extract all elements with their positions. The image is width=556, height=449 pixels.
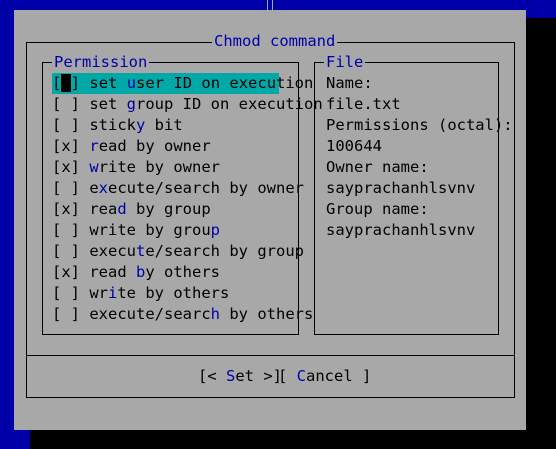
permission-hotkey: x [98,179,109,197]
owner-name-value: sayprachanhlsvnv [326,179,476,197]
permission-title: Permission [52,52,150,73]
permission-label-rest: ead by owner [98,137,211,155]
permission-checkbox[interactable]: [ ] [52,242,80,260]
permission-label-rest: ecute/search by owner [108,179,304,197]
permission-checkbox-row[interactable]: [x] read by others [52,262,279,283]
permission-hotkey: u [126,74,137,92]
permission-checkbox-row[interactable]: [x] write by owner [52,157,279,178]
permission-checkbox-row[interactable]: [ ] execute/search by others [52,304,313,325]
dialog-button-area [26,355,515,356]
permission-label-rest: ser ID on execution [136,74,314,92]
permission-label-rest: e/search by group [145,242,304,260]
permission-label: execute/searc [80,305,211,323]
dialog-shadow [526,18,556,449]
permission-label: wr [80,284,108,302]
permission-label-rest: rite by owner [98,158,221,176]
permission-checkbox[interactable]: [x] [52,200,80,218]
permission-hotkey: b [136,263,146,281]
permission-hotkey: w [89,158,99,176]
permission-checkbox-row[interactable]: [ ] write by group [52,220,279,241]
permission-hotkey: y [136,116,146,134]
permission-checkbox-row[interactable]: [x] read by group [52,199,279,220]
permission-hotkey: p [210,221,220,239]
cancel-button[interactable]: [ Cancel ] [278,366,371,387]
permission-label-rest: y others [145,263,220,281]
permission-label: read [80,263,136,281]
permission-checkbox[interactable]: [ ] [52,116,80,134]
permission-hotkey: d [117,200,127,218]
permission-label-rest: by others [220,305,314,323]
permission-checkbox[interactable]: [ ] [52,95,80,113]
permission-label-rest: te by others [117,284,230,302]
set-button-pre: [< [198,367,226,385]
permission-label [80,158,89,176]
cancel-button-hotkey: C [296,367,307,385]
set-button-post: et >] [235,367,283,385]
permissions-octal-label: Permissions (octal): [326,116,513,134]
file-name-label: Name: [326,74,373,92]
permission-label-rest: by group [126,200,211,218]
permission-checkbox-row[interactable]: [ ] execute/search by owner [52,178,304,199]
file-name-value: file.txt [326,95,401,113]
group-name-label: Group name: [326,200,429,218]
permission-checkbox[interactable]: [ ] [52,179,80,197]
dialog-title: Chmod command [212,31,338,52]
permission-label: write by grou [80,221,211,239]
permission-checkbox-row[interactable]: [ ] sticky bit [52,115,279,136]
cancel-button-pre: [ [278,367,297,385]
permission-checkbox-row[interactable]: [ ] write by others [52,283,279,304]
permissions-octal-value: 100644 [326,137,382,155]
permission-label: e [80,179,99,197]
permission-checkbox-row[interactable]: [x] read by owner [52,136,279,157]
cancel-button-post: ancel ] [306,367,372,385]
permission-checkbox[interactable]: [ ] [52,305,80,323]
permission-label: set [80,95,127,113]
owner-name-label: Owner name: [326,158,429,176]
file-title: File [324,52,366,73]
permission-checkbox[interactable]: [ ] [52,284,80,302]
permission-hotkey: h [210,305,220,323]
permission-hotkey: i [108,284,118,302]
set-button-hotkey: S [226,367,236,385]
group-name-value: sayprachanhlsvnv [326,221,476,239]
permission-hotkey: r [89,137,99,155]
text-cursor [61,74,71,92]
permission-label: execu [80,242,136,260]
permission-checkbox-row[interactable]: [ ] set user ID on execution [52,73,313,94]
permission-checkbox[interactable]: [ ] [52,221,80,239]
permission-label: rea [80,200,118,218]
permission-label: set [80,74,127,92]
permission-checkbox[interactable]: [x] [52,137,80,155]
set-button[interactable]: [< Set >] [198,366,282,387]
permission-hotkey: g [126,95,137,113]
permission-label: stick [80,116,136,134]
permission-checkbox[interactable]: [x] [52,263,80,281]
permission-checkbox[interactable]: [x] [52,158,80,176]
permission-checkbox[interactable]: [ ] [52,74,80,92]
permission-label-rest: bit [145,116,183,134]
permission-checkbox-row[interactable]: [ ] set group ID on execution [52,94,323,115]
permission-label [80,137,89,155]
permission-checkbox-row[interactable]: [ ] execute/search by group [52,241,304,262]
dialog-shadow [30,430,526,449]
permission-hotkey: t [136,242,146,260]
permission-label-rest: roup ID on execution [136,95,323,113]
